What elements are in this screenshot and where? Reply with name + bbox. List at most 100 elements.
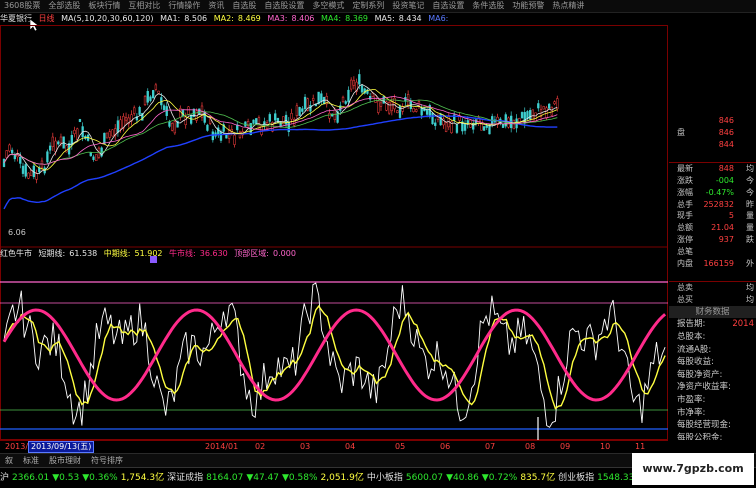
kline-panel: 6.06 bbox=[2, 69, 559, 237]
candle-body bbox=[219, 131, 223, 141]
menu-item[interactable]: 3608股票 bbox=[0, 0, 44, 12]
quote-row: 现手 5 量 bbox=[669, 210, 756, 222]
quote-row: 846 bbox=[669, 115, 756, 127]
candle-body bbox=[550, 106, 554, 116]
bottom-tab[interactable]: 符号排序 bbox=[86, 454, 128, 467]
ticker-item[interactable]: ▼0.72% bbox=[482, 473, 518, 483]
menu-item[interactable]: 多空模式 bbox=[308, 0, 348, 12]
candle-body bbox=[301, 108, 304, 112]
ticker-item[interactable]: ▼0.53 bbox=[52, 473, 79, 483]
ticker-item[interactable]: 1,754.3亿 bbox=[121, 473, 164, 483]
quote-row: 涨幅 -0.47% 今 bbox=[669, 187, 756, 199]
candle-body bbox=[309, 104, 312, 112]
menu-item[interactable]: 功能预警 bbox=[508, 0, 548, 12]
short-term-line bbox=[3, 282, 666, 428]
financial-label: 市净率: bbox=[677, 407, 706, 418]
candle-body bbox=[252, 119, 255, 124]
quote-row: 总买 均 bbox=[669, 294, 756, 306]
bottom-tab[interactable]: 标准 bbox=[18, 454, 44, 467]
candle-body bbox=[73, 130, 76, 135]
candle-body bbox=[255, 118, 258, 124]
candle-body bbox=[173, 121, 177, 134]
ticker-item[interactable]: 835.7亿 bbox=[520, 473, 555, 483]
candle-body bbox=[5, 150, 8, 158]
financial-label: 每股公积金: bbox=[677, 432, 723, 440]
candle-body bbox=[78, 119, 82, 122]
ticker-item[interactable]: 8164.07 bbox=[206, 473, 243, 483]
ma4-value: 8.369 bbox=[345, 14, 369, 23]
quote-label: 内盘 bbox=[677, 258, 693, 268]
ticker-item[interactable]: ▼0.58% bbox=[282, 473, 318, 483]
ticker-item[interactable]: ▼0.36% bbox=[82, 473, 118, 483]
quote-row: 盘 846 bbox=[669, 127, 756, 139]
menu-item[interactable]: 热点精讲 bbox=[548, 0, 588, 12]
quote-value: 846 bbox=[718, 116, 734, 125]
period-label[interactable]: 日线 bbox=[39, 14, 55, 23]
candle-body bbox=[333, 109, 337, 121]
candle-body bbox=[268, 114, 271, 122]
ticker-item[interactable]: 2366.01 bbox=[12, 473, 49, 483]
ma1-label: MA1: bbox=[160, 14, 181, 23]
quote-extra: 今 bbox=[746, 187, 754, 197]
menu-item[interactable]: 板块行情 bbox=[84, 0, 124, 12]
candle-body bbox=[162, 105, 166, 111]
candle-body bbox=[401, 106, 404, 112]
candle-body bbox=[19, 156, 22, 164]
candle-body bbox=[339, 105, 342, 111]
quote-row: 总卖 均 bbox=[669, 282, 756, 294]
ticker-item[interactable]: 创业板指 bbox=[558, 473, 594, 483]
low-price-label: 6.06 bbox=[8, 228, 26, 237]
ticker-item[interactable]: 深证成指 bbox=[167, 473, 203, 483]
candle-body bbox=[211, 131, 214, 141]
candle-body bbox=[350, 79, 353, 90]
menu-item[interactable]: 资讯 bbox=[204, 0, 228, 12]
ma3-value: 8.406 bbox=[291, 14, 315, 23]
ticker-item[interactable]: 中小板指 bbox=[367, 473, 403, 483]
quote-row: 最新 848 均 bbox=[669, 163, 756, 175]
candle-body bbox=[537, 103, 540, 109]
candle-body bbox=[24, 164, 27, 177]
ticker-item[interactable]: ▼40.86 bbox=[446, 473, 479, 483]
ticker-item[interactable]: 5600.07 bbox=[406, 473, 443, 483]
candle-body bbox=[480, 118, 483, 131]
menu-item[interactable]: 自选股 bbox=[228, 0, 260, 12]
candle-body bbox=[553, 101, 556, 105]
bottom-tab[interactable]: 股市理财 bbox=[44, 454, 86, 467]
menu-item[interactable]: 行情操作 bbox=[164, 0, 204, 12]
ticker-item[interactable]: 1548.33 bbox=[597, 473, 634, 483]
candle-body bbox=[171, 123, 174, 131]
menu-item[interactable]: 自选设置 bbox=[428, 0, 468, 12]
candle-body bbox=[529, 110, 532, 120]
ticker-item[interactable]: 2,051.9亿 bbox=[321, 473, 364, 483]
quote-label: 总买 bbox=[677, 294, 693, 304]
time-axis-label: 07 bbox=[485, 442, 496, 451]
candle-body bbox=[377, 100, 380, 113]
menu-item[interactable]: 互相对比 bbox=[124, 0, 164, 12]
quote-value: 21.04 bbox=[711, 223, 734, 233]
indicator-panel bbox=[0, 256, 668, 440]
menu-item[interactable]: 自选股设置 bbox=[260, 0, 308, 12]
indicator-name[interactable]: 红色牛市 bbox=[0, 249, 32, 258]
candle-body bbox=[501, 123, 505, 128]
candle-body bbox=[149, 96, 152, 101]
menu-item[interactable]: 条件选股 bbox=[468, 0, 508, 12]
menu-item[interactable]: 定制系列 bbox=[348, 0, 388, 12]
bottom-tab[interactable]: 叙 bbox=[0, 454, 18, 467]
chart-canvas[interactable]: 6.06 bbox=[0, 25, 668, 440]
time-axis-label: 06 bbox=[440, 442, 451, 451]
menu-item[interactable]: 全部选股 bbox=[44, 0, 84, 12]
ticker-item[interactable]: ▼47.47 bbox=[246, 473, 279, 483]
candle-body bbox=[390, 101, 393, 112]
ma-params: MA(5,10,20,30,60,120) bbox=[61, 14, 154, 23]
candle-body bbox=[108, 131, 111, 138]
financial-label: 总股本: bbox=[677, 331, 706, 342]
ma5-label: MA5: bbox=[374, 14, 395, 23]
financial-data-title[interactable]: 财务数据 bbox=[669, 305, 756, 319]
ma5-value: 8.434 bbox=[398, 14, 422, 23]
financial-label: 净资产收益率: bbox=[677, 382, 731, 393]
stock-name[interactable]: 华夏银行 bbox=[0, 14, 32, 23]
bottom-zone-label: 顶部区域: bbox=[234, 249, 269, 258]
menu-item[interactable]: 投资笔记 bbox=[388, 0, 428, 12]
candle-body bbox=[542, 106, 545, 110]
ticker-item[interactable]: 沪 bbox=[0, 473, 9, 483]
